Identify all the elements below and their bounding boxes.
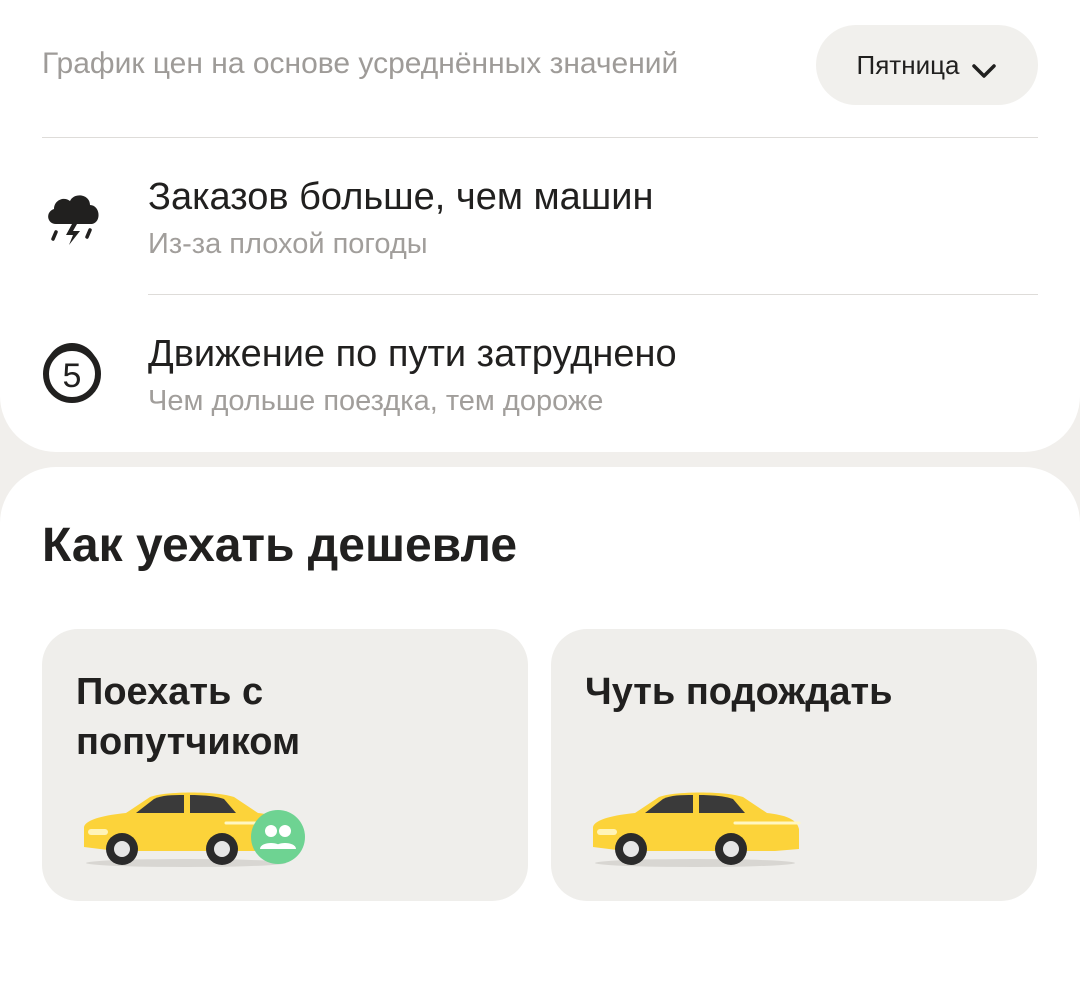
traffic-level-icon: 5 <box>42 341 106 405</box>
divider <box>42 137 1038 138</box>
chevron-down-icon <box>971 56 997 78</box>
price-chart-header: График цен на основе усреднённых значени… <box>42 25 1038 105</box>
option-tile-wait[interactable]: Чуть подождать <box>551 629 1037 901</box>
factor-title: Движение по пути затруднено <box>148 333 677 375</box>
taxi-car-icon <box>585 789 815 869</box>
factor-row-demand: Заказов больше, чем машин Из-за плохой п… <box>0 176 1080 286</box>
price-chart-caption: График цен на основе усреднённых значени… <box>42 47 679 80</box>
factor-subtitle: Чем дольше поездка, тем дороже <box>148 385 604 417</box>
option-tile-fellow-traveler[interactable]: Поехать с попутчиком <box>42 629 528 901</box>
factor-row-traffic: 5 Движение по пути затруднено Чем дольше… <box>0 333 1080 443</box>
fellow-travelers-icon <box>250 809 306 865</box>
section-title: Как уехать дешевле <box>42 519 518 572</box>
divider <box>148 294 1038 295</box>
traffic-level-value: 5 <box>63 357 82 395</box>
factor-subtitle: Из-за плохой погоды <box>148 228 428 260</box>
day-selector-button[interactable]: Пятница <box>816 25 1038 105</box>
storm-cloud-icon <box>42 188 106 252</box>
option-label: Чуть подождать <box>585 671 893 713</box>
day-selector-label: Пятница <box>856 49 960 80</box>
factor-title: Заказов больше, чем машин <box>148 176 654 218</box>
option-label: Поехать с попутчиком <box>76 671 301 763</box>
